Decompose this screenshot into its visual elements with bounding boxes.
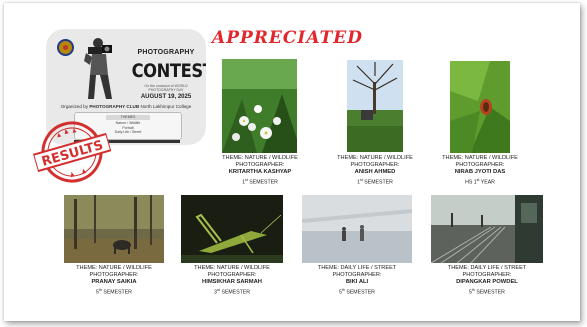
poster-title-big: CONTEST [131, 60, 206, 82]
entry-name: NIRAB JYOTI DAS [454, 169, 506, 175]
entry-photo-5[interactable] [181, 195, 283, 263]
entry-semester: 1st SEMESTER [242, 177, 278, 186]
entry-role: PHOTOGRAPHER: [207, 272, 257, 278]
poster-subtitle: On the occasion of WORLD PHOTOGRAPHY DAY [144, 84, 188, 92]
entry-name: PRANAY SAIKIA [91, 279, 137, 285]
entry-theme: THEME: NATURE / WILDLIFE [222, 155, 298, 161]
poster-title-small: PHOTOGRAPHY [137, 49, 195, 56]
entry-name: HIMSIKHAR SARMAH [202, 279, 262, 285]
poster-date: AUGUST 19, 2025 [140, 94, 192, 100]
entry-theme: THEME: DAILY LIFE / STREET [317, 265, 397, 271]
entry-caption: THEME: NATURE / WILDLIFE PHOTOGRAPHER: N… [440, 155, 520, 186]
entry-semester: 5th SEMESTER [96, 287, 132, 296]
entry-semester: 5th SEMESTER [339, 287, 375, 296]
entry-caption: THEME: DAILY LIFE / STREET PHOTOGRAPHER:… [315, 265, 399, 296]
theme-box-header: THEMES [106, 115, 150, 120]
entry-caption: THEME: NATURE / WILDLIFE PHOTOGRAPHER: P… [72, 265, 156, 296]
college-seal-icon [57, 39, 74, 56]
entry-role: PHOTOGRAPHER: [462, 272, 512, 278]
organizer-prefix: Organized by [60, 104, 89, 109]
forest-animal-photo-icon [64, 195, 164, 263]
poster-organizer: Organized by PHOTOGRAPHY CLUB North Lakh… [50, 104, 202, 109]
entry-caption: THEME: NATURE / WILDLIFE PHOTOGRAPHER: H… [190, 265, 274, 296]
grasshopper-photo-icon [181, 195, 283, 263]
entry-theme: THEME: NATURE / WILDLIFE [76, 265, 152, 271]
entry-semester: 3rd SEMESTER [213, 287, 251, 296]
entry-theme: THEME: NATURE / WILDLIFE [442, 155, 518, 161]
entry-photo-2[interactable] [347, 60, 403, 152]
entry-theme: THEME: NATURE / WILDLIFE [337, 155, 413, 161]
entry-role: PHOTOGRAPHER: [89, 272, 139, 278]
entry-photo-4[interactable] [64, 195, 164, 263]
entry-caption: THEME: NATURE / WILDLIFE PHOTOGRAPHER: K… [220, 155, 300, 186]
organizer-college: North Lakhimpur College [140, 104, 192, 109]
entry-photo-1[interactable] [222, 59, 297, 153]
organizer-club: PHOTOGRAPHY CLUB [89, 104, 140, 109]
entry-photo-6[interactable] [302, 195, 412, 263]
entry-semester: HS 1st YEAR [465, 177, 495, 186]
leaf-beetle-photo-icon [450, 61, 510, 153]
entry-role: PHOTOGRAPHER: [332, 272, 382, 278]
results-slide: PHOTOGRAPHY CONTEST On the occasion of W… [4, 3, 580, 321]
entry-semester: 1st SEMESTER [357, 177, 393, 186]
photographer-illustration-icon [84, 38, 112, 99]
entry-name: BIKI ALI [345, 279, 369, 285]
entry-theme: THEME: DAILY LIFE / STREET [447, 265, 527, 271]
entry-role: PHOTOGRAPHER: [455, 162, 505, 168]
entry-caption: THEME: DAILY LIFE / STREET PHOTOGRAPHER:… [445, 265, 529, 296]
tree-landscape-photo-icon [347, 60, 403, 152]
railway-tracks-photo-icon [431, 195, 543, 263]
white-flowers-photo-icon [222, 59, 297, 153]
entry-role: PHOTOGRAPHER: [350, 162, 400, 168]
entry-name: KRITARTHA KASHYAP [228, 169, 292, 175]
entry-name: ANISH AHMED [354, 169, 396, 175]
misty-river-photo-icon [302, 195, 412, 263]
page-title: APPRECIATED [212, 28, 363, 48]
entry-photo-3[interactable] [450, 61, 510, 153]
entry-role: PHOTOGRAPHER: [235, 162, 285, 168]
entry-theme: THEME: NATURE / WILDLIFE [194, 265, 270, 271]
entry-photo-7[interactable] [431, 195, 543, 263]
entry-name: DIPANGKAR POWDEL [456, 279, 518, 285]
entry-caption: THEME: NATURE / WILDLIFE PHOTOGRAPHER: A… [335, 155, 415, 186]
entry-semester: 5th SEMESTER [469, 287, 505, 296]
